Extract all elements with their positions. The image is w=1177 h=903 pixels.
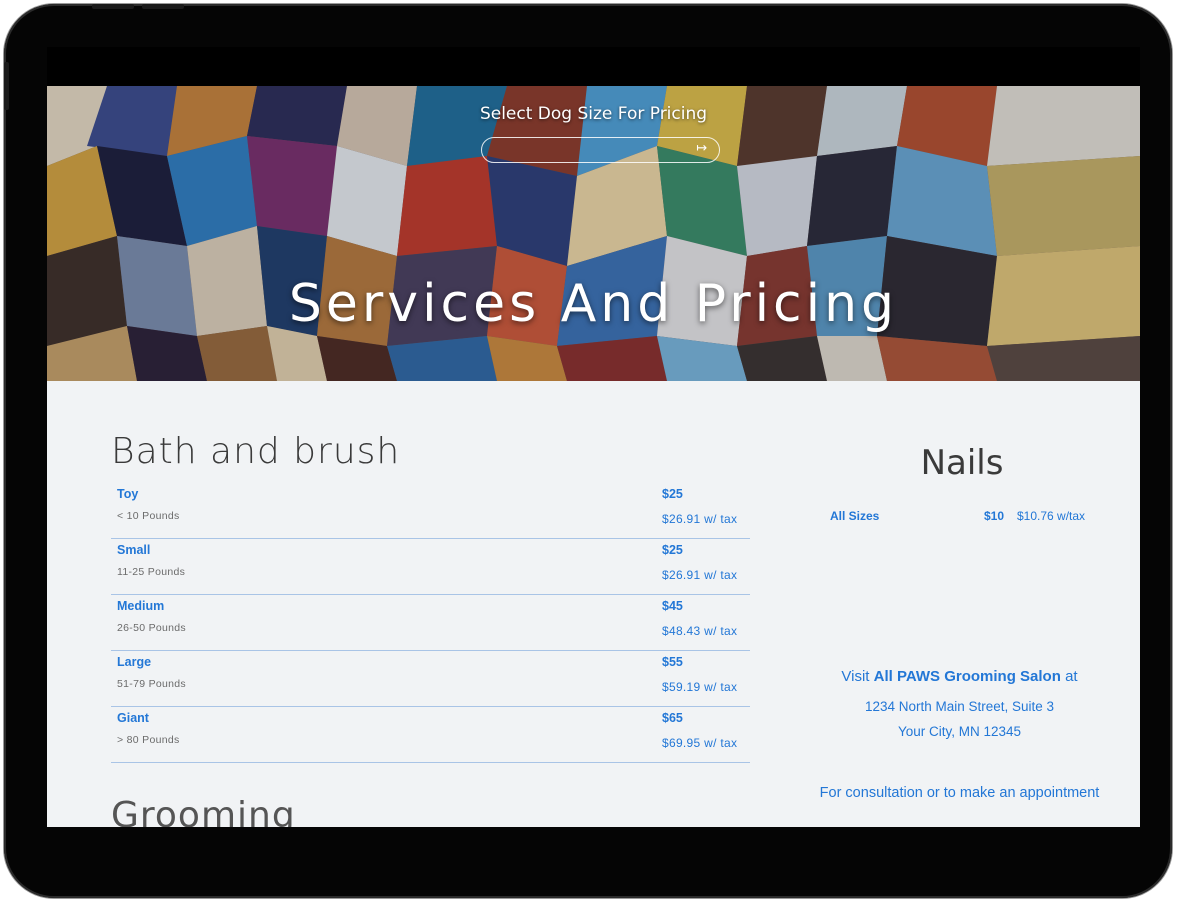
price-with-tax: $26.91 w/ tax [662,568,738,582]
table-row: Medium 26-50 Pounds $45 $48.43 w/ tax [111,595,750,651]
volume-button [142,4,184,9]
visit-suffix: at [1065,668,1078,685]
table-row: Large 51-79 Pounds $55 $59.19 w/ tax [111,651,750,707]
select-size-label: Select Dog Size For Pricing [479,104,708,124]
consultation-text: For consultation or to make an appointme… [819,785,1100,801]
salon-name: All PAWS Grooming Salon [873,668,1061,685]
price: $65 [662,711,683,725]
nails-size: All Sizes [830,509,880,523]
visit-prefix: Visit [841,668,870,685]
hero-banner: Select Dog Size For Pricing ↦ Services A… [47,86,1140,381]
size-name: Large [117,655,152,669]
size-weight: < 10 Pounds [117,510,180,522]
tablet-screen: Select Dog Size For Pricing ↦ Services A… [47,47,1140,827]
page-title: Services And Pricing [288,274,899,334]
price-with-tax: $26.91 w/ tax [662,512,738,526]
size-weight: 11-25 Pounds [117,566,186,578]
pricing-content: Bath and brush Toy < 10 Pounds $25 $26.9… [47,381,1140,827]
price: $45 [662,599,683,613]
bath-section-title: Bath and brush [111,431,401,472]
size-weight: 51-79 Pounds [117,678,186,690]
table-row: Toy < 10 Pounds $25 $26.91 w/ tax [111,483,750,539]
hero-overlay [47,86,1140,381]
side-button [4,62,9,110]
tablet-frame: Select Dog Size For Pricing ↦ Services A… [4,4,1172,898]
bath-price-table: Toy < 10 Pounds $25 $26.91 w/ tax Small … [111,483,750,763]
size-name: Toy [117,487,139,501]
size-name: Small [117,543,151,557]
price-with-tax: $48.43 w/ tax [662,624,738,638]
size-name: Giant [117,711,149,725]
visit-salon-line: Visit All PAWS Grooming Salon at [817,668,1102,685]
address-line-1: 1234 North Main Street, Suite 3 [864,699,1055,714]
price-with-tax: $59.19 w/ tax [662,680,738,694]
grooming-section-title: Grooming [111,795,296,827]
price: $25 [662,543,683,557]
table-row: Giant > 80 Pounds $65 $69.95 w/ tax [111,707,750,763]
size-weight: 26-50 Pounds [117,622,186,634]
address-line-2: Your City, MN 12345 [897,724,1022,739]
nails-section-title: Nails [920,443,1004,483]
arrow-to-right-icon[interactable]: ↦ [696,141,707,156]
price: $55 [662,655,683,669]
volume-button [92,4,134,9]
nails-price: $10 [984,509,1005,523]
size-name: Medium [117,599,165,613]
nails-price-with-tax: $10.76 w/tax [1017,509,1086,523]
dog-size-select[interactable]: ↦ [481,137,720,163]
price-with-tax: $69.95 w/ tax [662,736,738,750]
price: $25 [662,487,683,501]
size-weight: > 80 Pounds [117,734,180,746]
table-row: Small 11-25 Pounds $25 $26.91 w/ tax [111,539,750,595]
